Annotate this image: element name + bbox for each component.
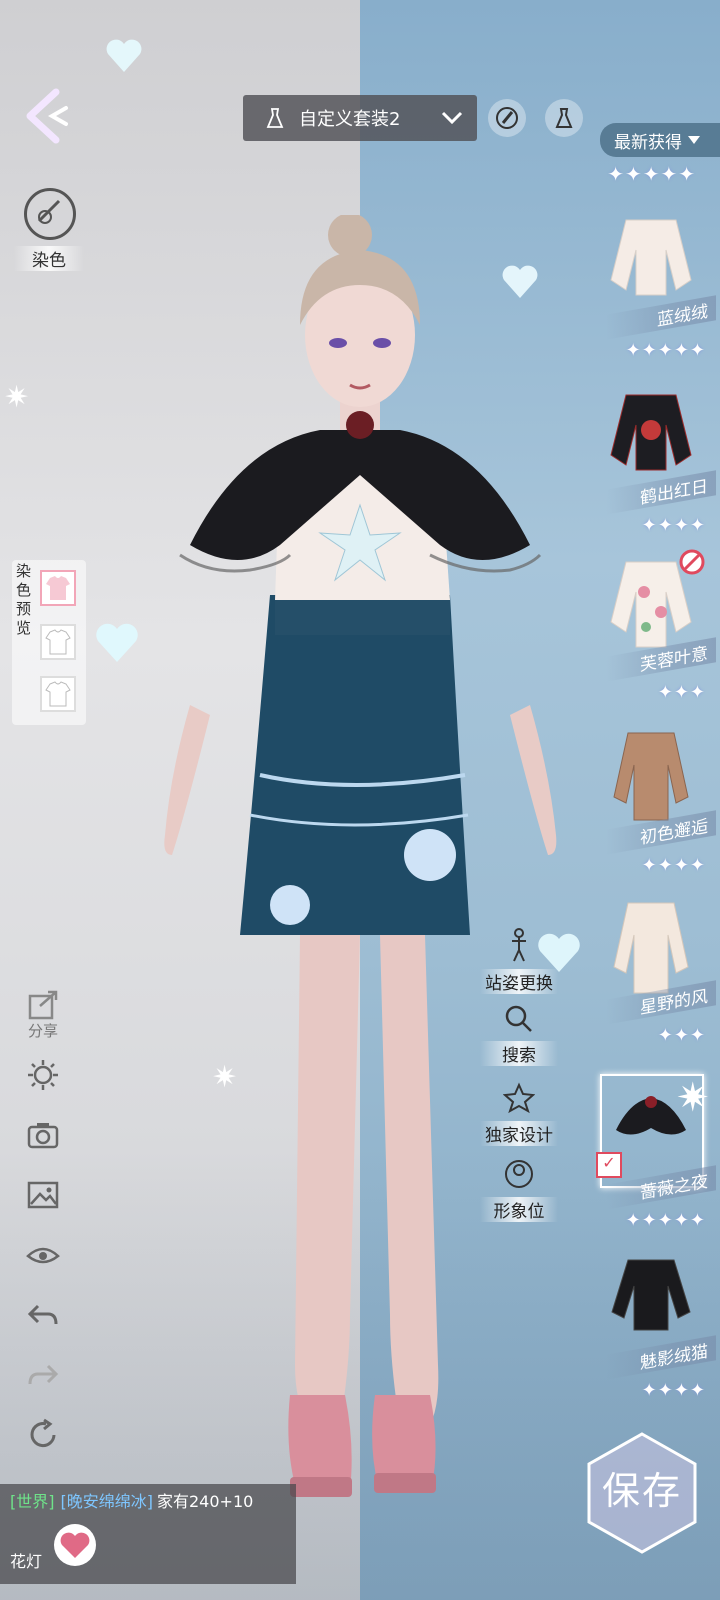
save-button[interactable]: 保存	[583, 1430, 701, 1556]
image-icon	[27, 1181, 59, 1209]
outfit-detail-button[interactable]	[545, 99, 583, 137]
sort-label: 最新获得	[614, 132, 682, 153]
item-thumbnail	[613, 902, 689, 994]
search-icon	[505, 1005, 532, 1032]
item-stars: ✦✦✦	[657, 682, 706, 703]
item-stars: ✦✦✦✦	[641, 1380, 706, 1401]
pose-icon	[512, 928, 526, 962]
tshirt-icon	[45, 629, 71, 655]
item-stars: ✦✦✦✦✦	[625, 340, 706, 361]
search-button[interactable]: 搜索	[480, 1004, 558, 1066]
portrait-slot-label: 形象位	[480, 1197, 558, 1222]
dye-preview-label: 染色预览	[16, 562, 32, 637]
dress-icon	[555, 108, 573, 128]
reset-button[interactable]	[20, 1412, 66, 1458]
wardrobe-item-selected[interactable]: ✓ 蔷薇之夜 ✦✦✦✦✦	[596, 1074, 716, 1240]
heart-icon	[106, 39, 142, 72]
search-label: 搜索	[480, 1041, 558, 1066]
heart-lantern-icon	[60, 1532, 90, 1558]
lighting-button[interactable]	[20, 1052, 66, 1098]
sparkle-icon: ✷	[4, 380, 30, 415]
item-stars: ✦✦✦✦	[641, 855, 706, 876]
chevron-down-icon	[441, 111, 463, 125]
dress-icon	[266, 108, 284, 128]
back-arrow-icon	[26, 88, 68, 144]
share-label: 分享	[27, 1022, 58, 1040]
dye-button[interactable]	[24, 188, 76, 240]
camera-button[interactable]	[20, 1112, 66, 1158]
heart-icon	[96, 623, 138, 662]
outfit-name: 自定义套装2	[299, 109, 401, 130]
sun-icon	[28, 1060, 58, 1090]
wardrobe-item[interactable]: 芙蓉叶意 ✦✦✦	[596, 552, 716, 712]
item-stars: ✦✦✦	[657, 1025, 706, 1046]
sort-dropdown[interactable]: 最新获得	[600, 123, 720, 157]
edit-button[interactable]	[488, 99, 526, 137]
dye-label: 染色	[14, 246, 84, 271]
chat-line-2: 花灯	[10, 1552, 43, 1571]
caret-down-icon	[688, 136, 700, 144]
brush-icon	[496, 107, 518, 129]
back-button[interactable]	[22, 88, 70, 144]
item-stars: ✦✦✦✦	[641, 515, 706, 536]
wardrobe-item[interactable]: 鹤出红日 ✦✦✦✦	[596, 385, 716, 545]
tshirt-icon	[45, 681, 71, 707]
item-thumbnail	[613, 732, 689, 821]
tshirt-icon	[46, 576, 70, 600]
check-icon: ✓	[596, 1152, 622, 1178]
dye-slot-2[interactable]	[40, 624, 76, 660]
exclusive-design-button[interactable]: 独家设计	[480, 1082, 558, 1146]
exclusive-design-label: 独家设计	[480, 1121, 558, 1146]
redo-icon	[28, 1364, 59, 1385]
lantern-button[interactable]	[54, 1524, 96, 1566]
dye-slot-1[interactable]	[40, 570, 76, 606]
character-model	[164, 215, 557, 1497]
pose-change-label: 站姿更换	[480, 969, 558, 994]
not-allowed-icon	[679, 549, 705, 575]
wardrobe-item[interactable]: 魅影绒猫 ✦✦✦✦	[596, 1250, 716, 1410]
chat-user[interactable]: [晚安绵绵冰]	[61, 1492, 154, 1511]
wardrobe-item[interactable]: 星野的风 ✦✦✦	[596, 895, 716, 1055]
hide-ui-button[interactable]	[20, 1232, 66, 1278]
chat-channel: [世界]	[10, 1492, 55, 1511]
wardrobe-item[interactable]: 蓝绒绒 ✦✦✦✦✦	[596, 210, 716, 370]
item-stars: ✦✦✦✦✦	[625, 1210, 706, 1231]
chat-message: [世界] [晚安绵绵冰] 家有240+10	[10, 1488, 253, 1512]
item-thumbnail	[610, 394, 692, 471]
chat-text: 家有240+10	[157, 1492, 254, 1511]
item-thumbnail	[610, 219, 692, 296]
background-button[interactable]	[20, 1172, 66, 1218]
save-label: 保存	[601, 1469, 682, 1513]
undo-icon	[27, 1304, 58, 1325]
palette-icon	[37, 199, 61, 224]
redo-button[interactable]	[20, 1352, 66, 1398]
portrait-icon	[505, 1160, 533, 1188]
portrait-slot-button[interactable]: 形象位	[480, 1158, 558, 1222]
dye-slot-3[interactable]	[40, 676, 76, 712]
refresh-icon	[30, 1418, 56, 1448]
share-icon	[28, 990, 58, 1020]
star-icon	[502, 1082, 536, 1114]
outfit-selector[interactable]: 自定义套装2	[243, 95, 477, 141]
wardrobe-item[interactable]: 初色邂逅 ✦✦✦✦	[596, 725, 716, 885]
top-rating-stars: ✦✦✦✦✦	[607, 162, 696, 186]
pose-change-button[interactable]: 站姿更换	[480, 928, 558, 994]
eye-icon	[26, 1247, 60, 1264]
camera-icon	[27, 1123, 59, 1149]
undo-button[interactable]	[20, 1292, 66, 1338]
item-thumbnail	[611, 1259, 691, 1331]
